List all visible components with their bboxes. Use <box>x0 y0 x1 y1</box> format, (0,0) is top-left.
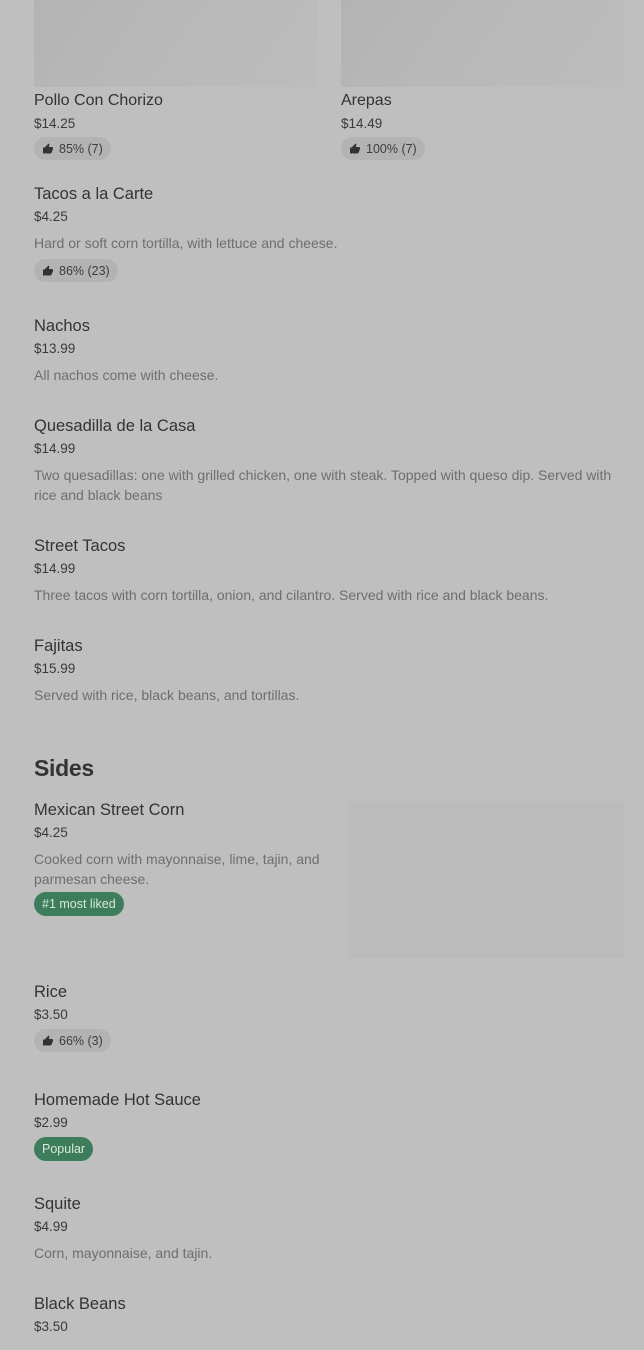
item-name: Nachos <box>34 317 90 335</box>
featured-item-pollo-con-chorizo[interactable]: Pollo Con Chorizo $14.25 85% (7) <box>34 0 317 160</box>
item-name: Quesadilla de la Casa <box>34 417 196 435</box>
item-description: Corn, mayonnaise, and tajin. <box>34 1245 213 1261</box>
menu-item-street-tacos[interactable]: Street Tacos $14.99 Three tacos with cor… <box>34 537 624 605</box>
item-price: $3.50 <box>34 1007 68 1022</box>
item-name: Pollo Con Chorizo <box>34 92 163 109</box>
side-item-black-beans[interactable]: Black Beans $3.50 <box>34 1295 624 1334</box>
item-price: $14.49 <box>341 116 383 131</box>
item-description: Hard or soft corn tortilla, with lettuce… <box>34 235 338 251</box>
item-description: Cooked corn with mayonnaise, lime, tajin… <box>34 851 320 887</box>
item-name: Rice <box>34 983 68 1001</box>
menu-item-fajitas[interactable]: Fajitas $15.99 Served with rice, black b… <box>34 637 624 705</box>
thumbs-up-icon <box>43 1035 53 1045</box>
popular-badge: Popular <box>34 1137 94 1161</box>
item-name: Fajitas <box>34 637 83 655</box>
item-image[interactable] <box>341 0 624 87</box>
item-name: Street Tacos <box>34 537 126 555</box>
item-name: Squite <box>34 1195 81 1213</box>
rating-pill: 85% (7) <box>34 137 111 160</box>
side-item-mexican-street-corn[interactable]: Mexican Street Corn $4.25 Cooked corn wi… <box>34 801 624 958</box>
menu-item-quesadilla-de-la-casa[interactable]: Quesadilla de la Casa $14.99 Two quesadi… <box>34 417 614 505</box>
thumbs-up-icon <box>43 143 53 153</box>
item-price: $14.99 <box>34 441 76 456</box>
menu-item-tacos-a-la-carte[interactable]: Tacos a la Carte $4.25 Hard or soft corn… <box>34 185 624 282</box>
item-price: $14.99 <box>34 561 76 576</box>
item-price: $4.25 <box>34 825 68 840</box>
item-image[interactable] <box>34 0 317 87</box>
item-price: $13.99 <box>34 341 76 356</box>
section-title-sides: Sides <box>34 755 94 781</box>
thumbs-up-icon <box>43 265 53 275</box>
rating-pill: 100% (7) <box>341 137 425 160</box>
thumbs-up-icon <box>350 143 360 153</box>
rating-text: 100% (7) <box>366 141 417 156</box>
most-liked-badge: #1 most liked <box>34 892 124 916</box>
item-price: $3.50 <box>34 1319 68 1334</box>
rating-pill: 66% (3) <box>34 1029 111 1052</box>
menu-content: Pollo Con Chorizo $14.25 85% (7) Arepas … <box>34 0 624 1334</box>
side-item-rice[interactable]: Rice $3.50 66% (3) <box>34 983 624 1052</box>
menu-item-nachos[interactable]: Nachos $13.99 All nachos come with chees… <box>34 317 624 385</box>
item-name: Black Beans <box>34 1295 126 1313</box>
item-price: $15.99 <box>34 661 76 676</box>
item-price: $4.99 <box>34 1219 68 1234</box>
featured-row: Pollo Con Chorizo $14.25 85% (7) Arepas … <box>34 0 624 160</box>
featured-item-arepas[interactable]: Arepas $14.49 100% (7) <box>341 0 624 160</box>
item-description: Three tacos with corn tortilla, onion, a… <box>34 587 549 603</box>
item-price: $2.99 <box>34 1115 68 1130</box>
item-price: $4.25 <box>34 209 68 224</box>
side-item-squite[interactable]: Squite $4.99 Corn, mayonnaise, and tajin… <box>34 1195 624 1263</box>
item-price: $14.25 <box>34 116 76 131</box>
item-name: Tacos a la Carte <box>34 185 154 203</box>
rating-text: 85% (7) <box>59 141 103 156</box>
item-image[interactable] <box>348 801 624 958</box>
item-description: Served with rice, black beans, and torti… <box>34 687 300 703</box>
rating-text: 66% (3) <box>59 1033 103 1048</box>
side-item-homemade-hot-sauce[interactable]: Homemade Hot Sauce $2.99 Popular <box>34 1091 624 1161</box>
item-description: All nachos come with cheese. <box>34 367 219 383</box>
rating-text: 86% (23) <box>59 263 110 278</box>
item-name: Homemade Hot Sauce <box>34 1091 201 1109</box>
item-name: Arepas <box>341 92 392 109</box>
item-description: Two quesadillas: one with grilled chicke… <box>34 467 612 503</box>
item-name: Mexican Street Corn <box>34 801 185 819</box>
rating-pill: 86% (23) <box>34 259 118 282</box>
